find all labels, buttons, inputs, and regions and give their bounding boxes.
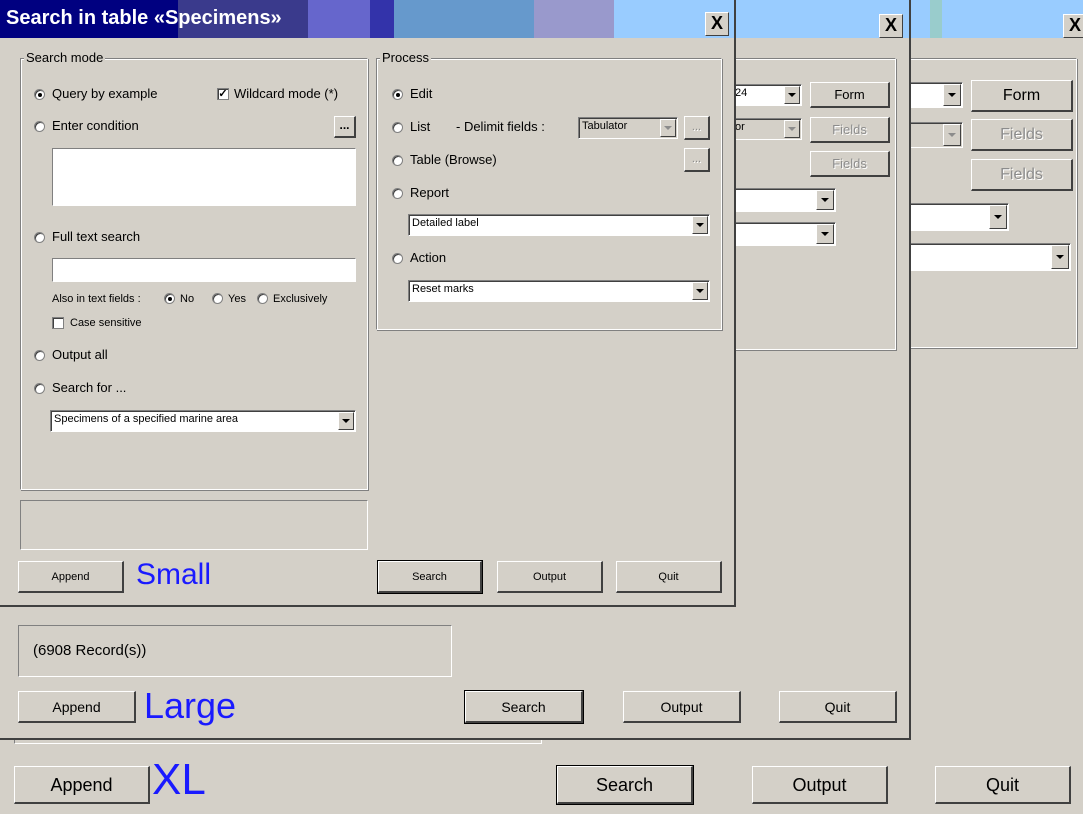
- large-size-label: Large: [144, 685, 237, 726]
- text-fields-exclusively-radio[interactable]: [257, 293, 268, 304]
- large-status-panel: (6908 Record(s)): [18, 625, 452, 677]
- xl-size-label: XL: [152, 755, 206, 804]
- action-radio[interactable]: [392, 253, 403, 264]
- large-delimit-combo: or: [734, 118, 802, 140]
- delimit-fields-label: - Delimit fields :: [456, 119, 545, 134]
- delimit-fields-select: Tabulator: [578, 117, 678, 139]
- large-quit-button[interactable]: Quit: [779, 691, 897, 723]
- table-browse-label: Table (Browse): [410, 152, 497, 167]
- large-search-button[interactable]: Search: [464, 690, 584, 724]
- action-label: Action: [410, 250, 447, 265]
- list-ellipsis-button: ...: [684, 116, 710, 140]
- large-fields-button-2: Fields: [810, 151, 890, 177]
- xl-fields-button-1: Fields: [971, 119, 1073, 151]
- record-count: (6908 Record(s)): [33, 642, 147, 659]
- action-select[interactable]: Reset marks: [408, 280, 710, 302]
- search-for-radio[interactable]: [34, 383, 45, 394]
- xl-delimit-combo: [905, 122, 963, 148]
- output-all-radio[interactable]: [34, 350, 45, 361]
- xl-quit-button[interactable]: Quit: [935, 766, 1071, 804]
- small-output-button[interactable]: Output: [497, 561, 603, 593]
- chevron-down-icon[interactable]: [692, 216, 708, 234]
- list-label: List: [410, 119, 431, 134]
- large-fields-button-1: Fields: [810, 117, 890, 143]
- small-close-icon[interactable]: X: [705, 12, 729, 36]
- list-radio[interactable]: [392, 122, 403, 133]
- xl-action-combo[interactable]: [905, 243, 1071, 271]
- small-size-label: Small: [136, 558, 212, 591]
- large-delimit-combo-a[interactable]: 24: [734, 84, 802, 106]
- chevron-down-icon[interactable]: [692, 282, 708, 300]
- xl-append-button[interactable]: Append: [14, 766, 150, 804]
- text-fields-no-radio[interactable]: [164, 293, 175, 304]
- query-by-example-label: Query by example: [52, 86, 158, 101]
- small-window: Search in table «Specimens» X Search mod…: [0, 0, 736, 607]
- large-report-combo[interactable]: [734, 188, 836, 212]
- full-text-search-radio[interactable]: [34, 232, 45, 243]
- case-sensitive-checkbox[interactable]: [52, 317, 64, 329]
- output-all-label: Output all: [52, 347, 108, 362]
- small-search-button[interactable]: Search: [377, 560, 483, 594]
- xl-report-combo[interactable]: [905, 203, 1009, 231]
- small-append-button[interactable]: Append: [18, 561, 124, 593]
- chevron-down-icon[interactable]: [338, 412, 354, 430]
- table-ellipsis-button: ...: [684, 148, 710, 172]
- report-select[interactable]: Detailed label: [408, 214, 710, 236]
- process-legend: Process: [380, 50, 431, 65]
- also-in-text-fields-label: Also in text fields :: [52, 293, 141, 305]
- text-fields-no-label: No: [180, 293, 195, 305]
- enter-condition-radio[interactable]: [34, 121, 45, 132]
- xl-close-icon[interactable]: X: [1063, 14, 1083, 38]
- report-radio[interactable]: [392, 188, 403, 199]
- wildcard-mode-checkbox[interactable]: ✓: [217, 88, 229, 100]
- full-text-input[interactable]: [52, 258, 356, 282]
- text-fields-exclusively-label: Exclusively: [273, 293, 328, 305]
- xl-output-button[interactable]: Output: [752, 766, 888, 804]
- report-label: Report: [410, 185, 450, 200]
- large-close-icon[interactable]: X: [879, 14, 903, 38]
- search-mode-legend: Search mode: [24, 50, 106, 65]
- xl-form-button[interactable]: Form: [971, 80, 1073, 112]
- text-fields-yes-radio[interactable]: [212, 293, 223, 304]
- full-text-search-label: Full text search: [52, 229, 141, 244]
- edit-radio[interactable]: [392, 89, 403, 100]
- search-for-select[interactable]: Specimens of a specified marine area: [50, 410, 356, 432]
- case-sensitive-label: Case sensitive: [70, 317, 142, 329]
- table-browse-radio[interactable]: [392, 155, 403, 166]
- condition-ellipsis-button[interactable]: ...: [334, 116, 356, 138]
- edit-label: Edit: [410, 86, 433, 101]
- xl-fields-button-2: Fields: [971, 159, 1073, 191]
- small-status-panel: [20, 500, 368, 550]
- enter-condition-label: Enter condition: [52, 118, 139, 133]
- small-quit-button[interactable]: Quit: [616, 561, 722, 593]
- query-by-example-radio[interactable]: [34, 89, 45, 100]
- xl-report-combo-a[interactable]: [905, 82, 963, 108]
- wildcard-mode-label: Wildcard mode (*): [234, 86, 339, 101]
- large-form-button[interactable]: Form: [810, 82, 890, 108]
- large-append-button[interactable]: Append: [18, 691, 136, 723]
- large-output-button[interactable]: Output: [623, 691, 741, 723]
- search-for-label: Search for ...: [52, 380, 127, 395]
- text-fields-yes-label: Yes: [228, 293, 246, 305]
- window-title: Search in table «Specimens»: [6, 7, 282, 29]
- xl-search-button[interactable]: Search: [556, 765, 694, 805]
- large-action-combo[interactable]: [734, 222, 836, 246]
- condition-textarea[interactable]: [52, 148, 356, 206]
